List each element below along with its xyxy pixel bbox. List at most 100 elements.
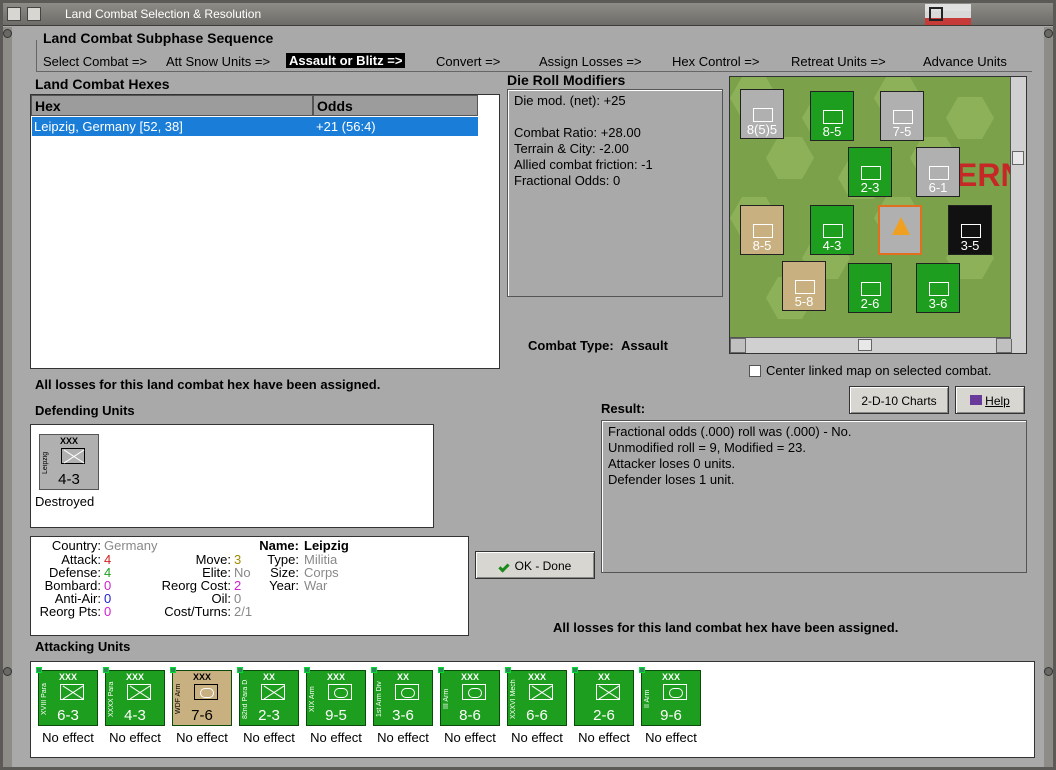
map-unit-counter[interactable]: 8-5	[740, 205, 784, 255]
unit-strength: 3-6	[392, 707, 414, 724]
system-menu-icon[interactable]	[7, 7, 21, 21]
hex-cell: Leipzig, Germany [52, 38]	[34, 119, 183, 134]
unit-symbol-icon	[753, 108, 773, 122]
subphase-step: Select Combat =>	[43, 54, 148, 69]
table-row[interactable]: Leipzig, Germany [52, 38] +21 (56:4)	[32, 117, 478, 136]
help-button[interactable]: Help	[955, 386, 1025, 414]
unit-status: No effect	[243, 730, 295, 745]
unit-status: No effect	[176, 730, 228, 745]
map-unit-counter[interactable]: 3-6	[916, 263, 960, 313]
stat-label: Year:	[269, 578, 299, 593]
map-unit-counter[interactable]: 2-3	[848, 147, 892, 197]
center-map-label: Center linked map on selected combat.	[766, 363, 992, 378]
armor-icon	[663, 684, 687, 700]
map-horizontal-scrollbar[interactable]	[730, 337, 1026, 353]
center-map-checkbox[interactable]	[749, 365, 761, 377]
unit-stats-panel: Country: Germany Attack: 4 Defense: 4 Bo…	[30, 536, 469, 636]
map-unit-counter[interactable]: 8-5	[810, 91, 854, 141]
scroll-thumb[interactable]	[1012, 151, 1024, 165]
title-bar: Land Combat Selection & Resolution	[3, 3, 1053, 26]
map-unit-counter[interactable]: 8(5)5	[740, 89, 784, 139]
stat-value: Germany	[104, 538, 158, 553]
unit-strength: 2-6	[860, 296, 880, 311]
col-hex-header[interactable]: Hex	[31, 95, 313, 116]
subphase-step: Retreat Units =>	[791, 54, 886, 69]
col-odds-header[interactable]: Odds	[313, 95, 478, 116]
defending-title: Defending Units	[35, 403, 135, 418]
map-unit-counter[interactable]: 3-5	[948, 205, 992, 255]
result-line: Unmodified roll = 9, Modified = 23.	[608, 440, 806, 455]
result-title: Result:	[601, 401, 646, 416]
unit-symbol-icon	[861, 282, 881, 296]
unit-symbol-icon	[795, 280, 815, 294]
map-unit-counter[interactable]: 6-1	[916, 147, 960, 197]
window-frame: Land Combat Selection & Resolution Land …	[0, 0, 1056, 770]
armor-icon	[194, 684, 218, 700]
attacking-title: Attacking Units	[35, 639, 131, 654]
attacking-unit-counter[interactable]: XX 2-6	[572, 667, 634, 726]
unit-strength: 8-5	[752, 238, 772, 253]
subphase-sequence: Select Combat => Att Snow Units => Assault…	[36, 40, 1032, 72]
unit-status: No effect	[42, 730, 94, 745]
attacking-unit-counter[interactable]: XX 82nd Para D. 2-3	[237, 667, 299, 726]
unit-strength: 6-3	[57, 707, 79, 724]
stat-label: Reorg Pts:	[39, 604, 101, 619]
unit-status: No effect	[578, 730, 630, 745]
hexes-title: Land Combat Hexes	[35, 76, 170, 92]
unit-strength: 6-1	[928, 180, 948, 195]
subphase-step: Hex Control =>	[672, 54, 760, 69]
unit-strength: 9-5	[325, 707, 347, 724]
defending-unit-counter[interactable]: XXX Leipzig 4-3	[39, 434, 99, 490]
attacking-unit-counter[interactable]: XXX III Arm 8-6	[438, 667, 500, 726]
modifiers-panel: Die mod. (net): +25 Combat Ratio: +28.00…	[507, 89, 723, 297]
scroll-left-arrow-icon[interactable]	[730, 338, 746, 353]
unit-status: No effect	[109, 730, 161, 745]
charts-button[interactable]: 2-D-10 Charts	[849, 386, 949, 414]
map-unit-counter[interactable]: 5-8	[782, 261, 826, 311]
unit-strength: 7-5	[892, 124, 912, 139]
unit-strength: 4-3	[822, 238, 842, 253]
combat-type-label: Combat Type: Assault	[528, 338, 668, 353]
unit-symbol-icon	[861, 166, 881, 180]
attacking-unit-counter[interactable]: XXX WDF Arm 7-6	[170, 667, 232, 726]
subphase-step: Att Snow Units =>	[166, 54, 271, 69]
bolt-icon	[1044, 667, 1053, 676]
unit-strength: 3-6	[928, 296, 948, 311]
map-unit-counter[interactable]: 7-5	[880, 91, 924, 141]
stat-label: Name:	[259, 538, 299, 553]
german-flag-icon	[925, 4, 971, 25]
ok-done-button[interactable]: OK - Done	[475, 551, 595, 579]
modifier-line: Allied combat friction: -1	[514, 157, 653, 172]
attacking-unit-counter[interactable]: XXX XXXX Para 4-3	[103, 667, 165, 726]
unit-strength: 8-5	[822, 124, 842, 139]
unit-status: No effect	[377, 730, 429, 745]
subphase-step: Assault or Blitz =>	[286, 53, 406, 68]
stat-label: Cost/Turns:	[164, 604, 231, 619]
subphase-step: Convert =>	[436, 54, 501, 69]
linked-map[interactable]: ERN 3-6 2-6 5-8 3-5 4-3 8-5 6-1 2-3 7-5 8-5 8(5)5	[729, 76, 1027, 354]
scroll-right-arrow-icon[interactable]	[996, 338, 1012, 353]
attacking-unit-counter[interactable]: XXX XIX Arm 9-5	[304, 667, 366, 726]
map-unit-counter[interactable]: 4-3	[810, 205, 854, 255]
combat-target-unit[interactable]	[878, 205, 922, 255]
map-unit-counter[interactable]: 2-6	[848, 263, 892, 313]
attacking-unit-counter[interactable]: XXX II Arm 9-6	[639, 667, 701, 726]
map-vertical-scrollbar[interactable]	[1010, 77, 1026, 339]
window-title: Land Combat Selection & Resolution	[65, 7, 262, 21]
subphase-step: Advance Units	[923, 54, 1007, 69]
attacking-unit-counter[interactable]: XXX XXXVI Mech 6-6	[505, 667, 567, 726]
unit-status: Destroyed	[35, 494, 95, 509]
scroll-thumb[interactable]	[858, 339, 872, 351]
odds-cell: +21 (56:4)	[316, 119, 376, 134]
unit-strength: 2-3	[860, 180, 880, 195]
losses-message-bottom: All losses for this land combat hex have…	[553, 620, 899, 635]
right-rail	[1044, 27, 1053, 767]
result-line: Defender loses 1 unit.	[608, 472, 735, 487]
unit-strength: 3-5	[960, 238, 980, 253]
attacking-unit-counter[interactable]: XXX XVIII Para 6-3	[36, 667, 98, 726]
unit-strength: 6-6	[526, 707, 548, 724]
infantry-icon	[60, 684, 84, 700]
unit-strength: 9-6	[660, 707, 682, 724]
attacking-unit-counter[interactable]: XX 1st Arm Div 3-6	[371, 667, 433, 726]
minimize-icon[interactable]	[27, 7, 41, 21]
